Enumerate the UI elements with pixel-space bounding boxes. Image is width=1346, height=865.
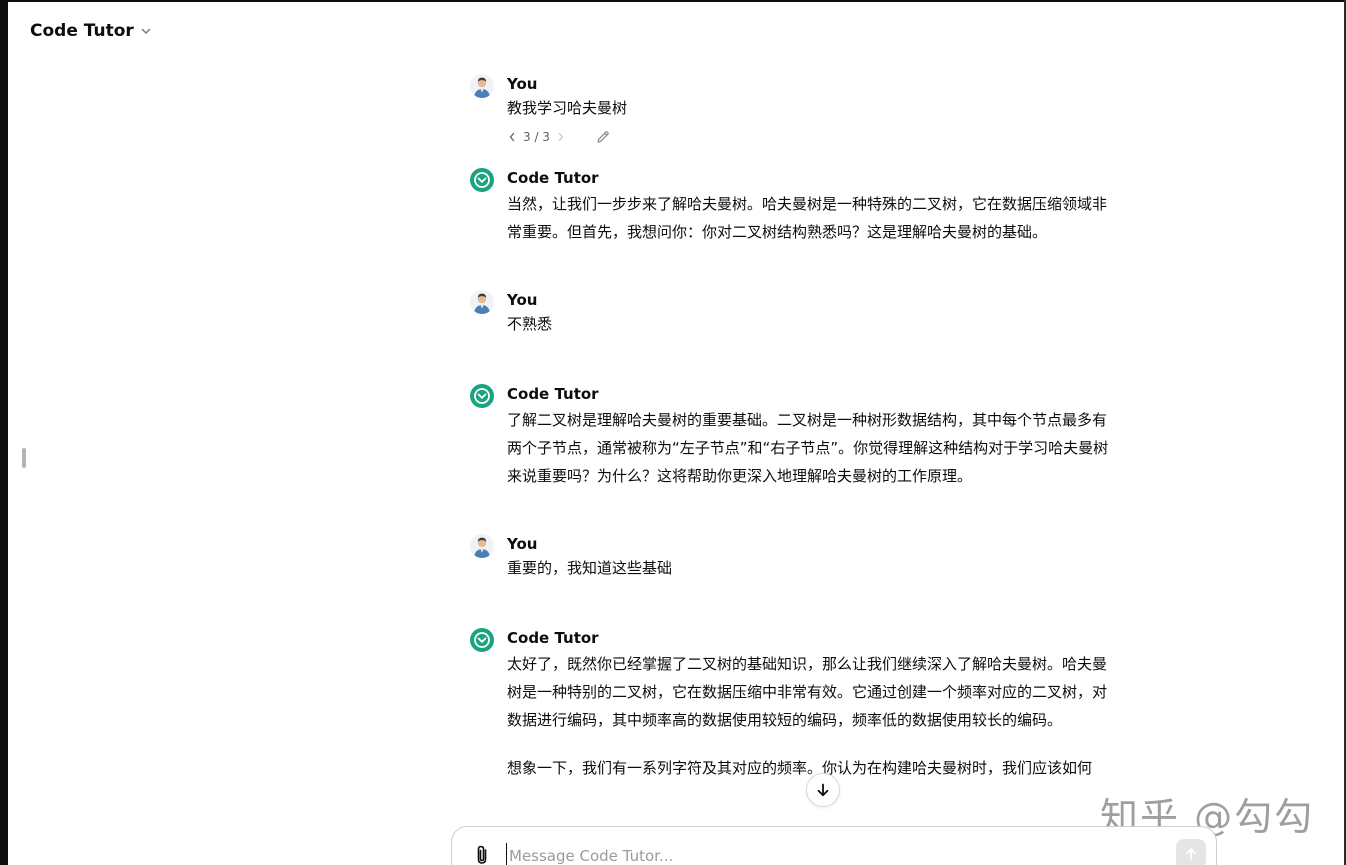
version-pager: 3 / 3 <box>523 130 550 144</box>
message-input[interactable] <box>506 843 1151 865</box>
message-author: Code Tutor <box>507 385 599 403</box>
message-text: 教我学习哈夫曼树 <box>507 99 628 117</box>
scroll-to-bottom-button[interactable] <box>806 773 840 807</box>
message-author: Code Tutor <box>507 629 599 647</box>
message-author: You <box>507 75 538 93</box>
pencil-icon[interactable] <box>594 128 612 146</box>
message-text: 不熟悉 <box>507 315 553 333</box>
conversation-thread: You 教我学习哈夫曼树 3 / 3 Code Tutor 当然，让我们一步步来… <box>470 72 1120 782</box>
attach-button[interactable] <box>470 841 494 865</box>
chevron-down-icon <box>140 25 152 37</box>
message-actions: 3 / 3 <box>507 122 1120 152</box>
code-tutor-logo-icon <box>470 168 494 192</box>
sidebar-resize-handle[interactable] <box>22 448 26 468</box>
message-author: You <box>507 535 538 553</box>
code-tutor-logo-icon <box>470 628 494 652</box>
user-avatar-icon <box>470 74 494 98</box>
assistant-message: Code Tutor 了解二叉树是理解哈夫曼树的重要基础。二叉树是一种树形数据结… <box>470 382 1120 490</box>
model-name: Code Tutor <box>30 21 134 41</box>
user-avatar-icon <box>470 534 494 558</box>
user-message: You 重要的，我知道这些基础 <box>470 532 1120 580</box>
send-button[interactable] <box>1176 839 1206 865</box>
assistant-message: Code Tutor 太好了，既然你已经掌握了二叉树的基础知识，那么让我们继续深… <box>470 626 1120 782</box>
user-avatar-icon <box>470 290 494 314</box>
chat-app: Code Tutor You 教我学习哈夫曼树 3 / 3 Code Tutor… <box>0 0 1346 865</box>
code-tutor-logo-icon <box>470 384 494 408</box>
message-text: 重要的，我知道这些基础 <box>507 559 673 577</box>
user-message: You 不熟悉 <box>470 288 1120 336</box>
chevron-left-icon[interactable] <box>507 130 517 144</box>
model-switcher[interactable]: Code Tutor <box>22 14 160 48</box>
message-text: 当然，让我们一步步来了解哈夫曼树。哈夫曼树是一种特殊的二叉树，它在数据压缩领域非… <box>507 195 1108 241</box>
window-left-border <box>0 0 8 865</box>
window-top-border <box>0 0 1346 2</box>
chevron-right-icon[interactable] <box>556 130 566 144</box>
message-composer <box>451 826 1217 865</box>
message-text: 了解二叉树是理解哈夫曼树的重要基础。二叉树是一种树形数据结构，其中每个节点最多有… <box>507 411 1109 485</box>
message-text: 太好了，既然你已经掌握了二叉树的基础知识，那么让我们继续深入了解哈夫曼树。哈夫曼… <box>507 655 1108 729</box>
message-author: You <box>507 291 538 309</box>
message-author: Code Tutor <box>507 169 599 187</box>
user-message: You 教我学习哈夫曼树 3 / 3 <box>470 72 1120 152</box>
arrow-up-icon <box>1186 848 1196 860</box>
assistant-message: Code Tutor 当然，让我们一步步来了解哈夫曼树。哈夫曼树是一种特殊的二叉… <box>470 166 1120 246</box>
arrow-down-icon <box>817 783 829 797</box>
paperclip-icon <box>477 845 487 864</box>
